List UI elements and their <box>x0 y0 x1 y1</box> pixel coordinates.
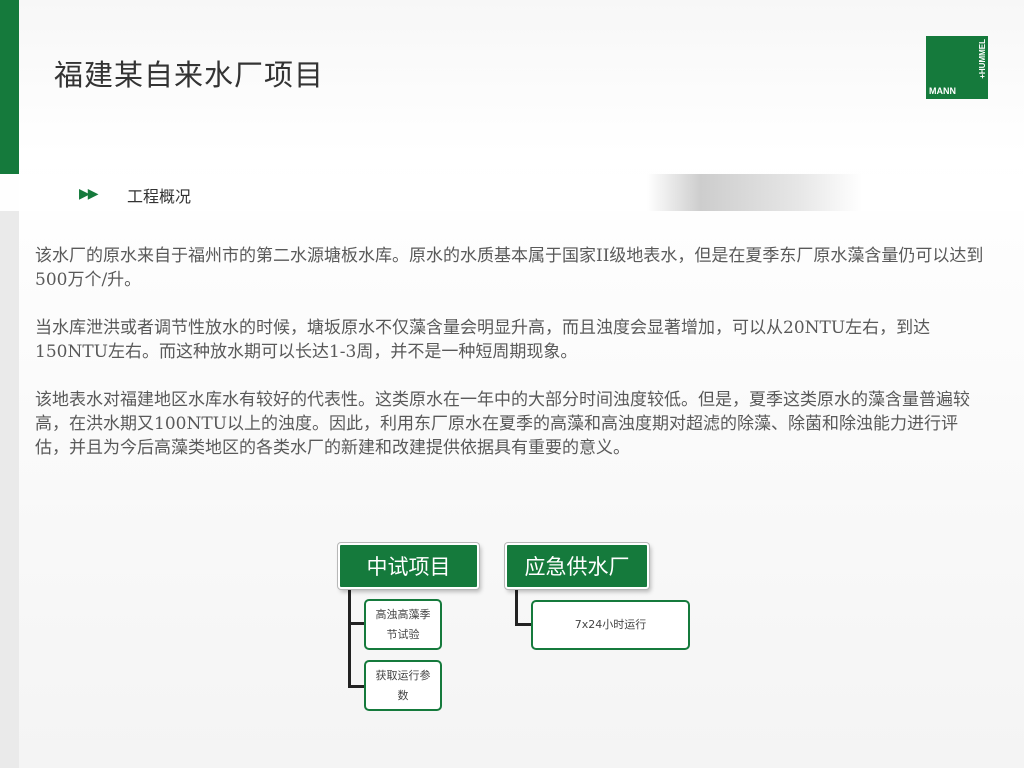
paragraph-1: 该水厂的原水来自于福州市的第二水源塘板水库。原水的水质基本属于国家II级地表水，… <box>35 246 984 290</box>
body-text: 该水厂的原水来自于福州市的第二水源塘板水库。原水的水质基本属于国家II级地表水，… <box>35 244 990 484</box>
logo-text-mann: MANN <box>929 86 956 96</box>
paragraph-3: 该地表水对福建地区水库水有较好的代表性。这类原水在一年中的大部分时间浊度较低。但… <box>35 390 970 458</box>
page-title: 福建某自来水厂项目 <box>54 58 325 92</box>
obtain-parameters-box: 获取运行参数 <box>364 660 442 711</box>
paragraph-2: 当水库泄洪或者调节性放水的时候，塘坂原水不仅藻含量会明显升高，而且浊度会显著增加… <box>35 318 931 362</box>
left-margin-band <box>0 211 19 768</box>
mann-hummel-logo: +HUMMEL MANN <box>926 36 988 99</box>
logo-text-hummel: +HUMMEL <box>978 39 987 79</box>
high-turbidity-test-box: 高浊高藻季节试验 <box>364 599 442 650</box>
slide: 福建某自来水厂项目 +HUMMEL MANN ▶▶ 工程概况 该水厂的原水来自于… <box>0 0 1024 768</box>
double-arrow-icon: ▶▶ <box>79 186 98 202</box>
pilot-project-box: 中试项目 <box>338 543 479 589</box>
section-header-bar: ▶▶ 工程概况 <box>19 174 1024 211</box>
left-accent-bar <box>0 0 19 174</box>
section-title: 工程概况 <box>127 187 192 206</box>
emergency-water-plant-box: 应急供水厂 <box>505 543 649 589</box>
continuous-operation-box: 7x24小时运行 <box>531 600 690 650</box>
section-bar-gradient <box>647 174 862 211</box>
